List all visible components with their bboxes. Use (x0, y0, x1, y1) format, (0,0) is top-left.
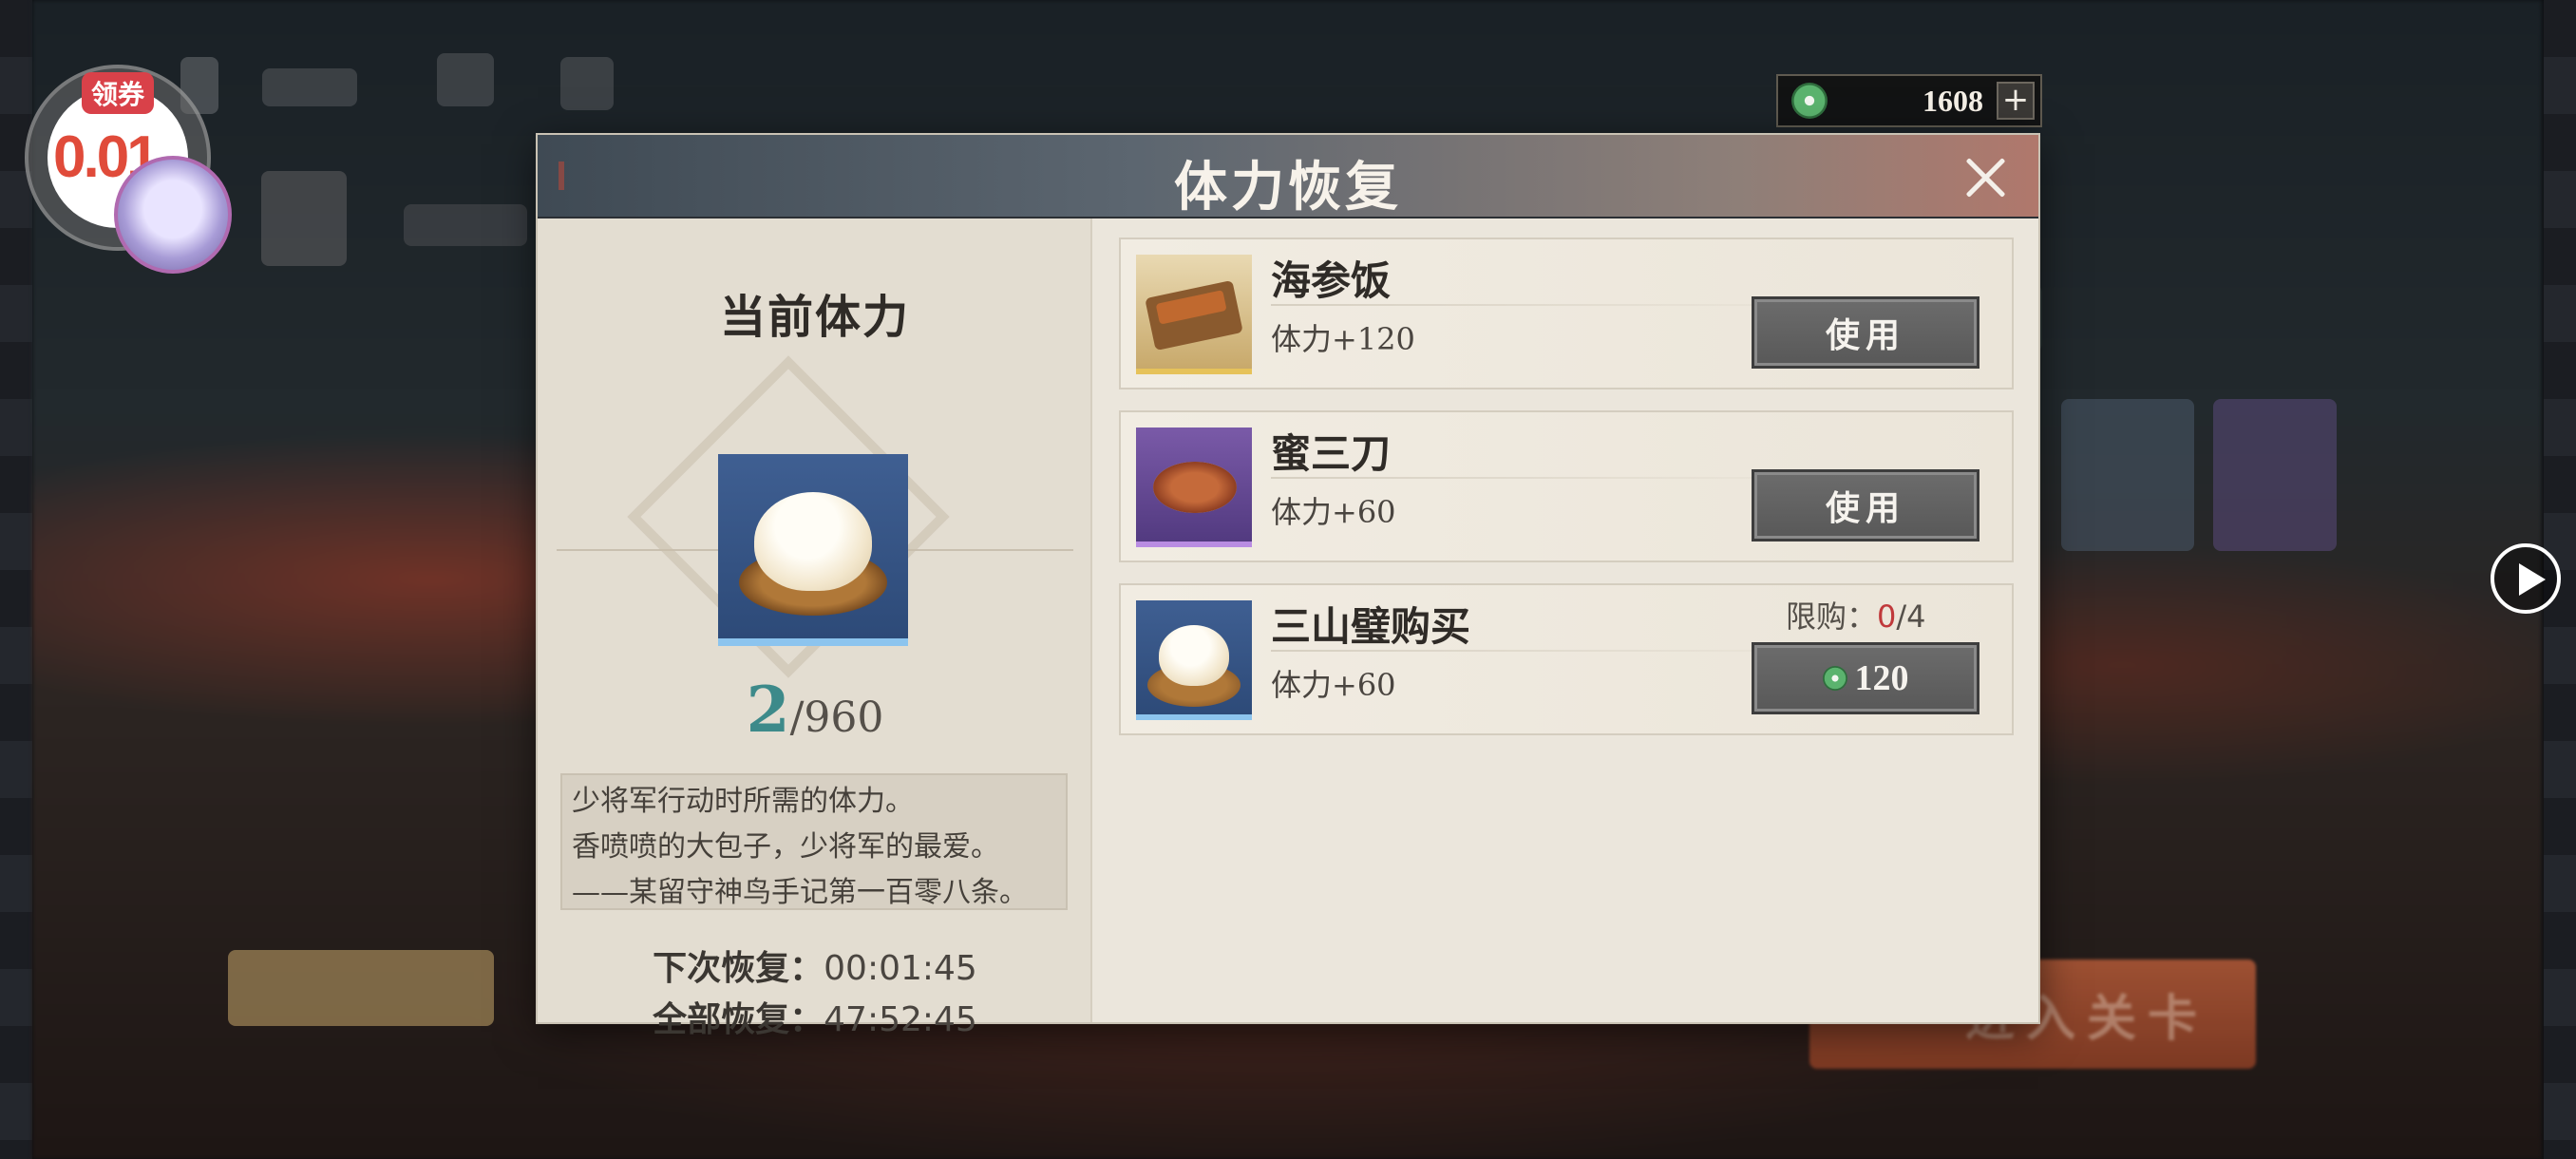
item-name: 海参饭 (1271, 257, 1392, 304)
honey-pastry-icon (1136, 428, 1252, 547)
currency-bar: 1608 + (1776, 74, 2042, 127)
next-recover-time: 00:01:45 (824, 949, 977, 988)
stamina-description: 少将军行动时所需的体力。 香喷喷的大包子，少将军的最爱。 ——某留守神鸟手记第一… (560, 773, 1068, 910)
list-item: 三山璧购买 体力+60 限购：0/4 120 (1119, 583, 2014, 735)
bg-card-1 (2061, 399, 2194, 551)
close-icon[interactable] (1964, 156, 2008, 200)
currency-amount: 1608 (1923, 83, 1983, 118)
dialog-header: 体力恢复 (538, 135, 2038, 218)
buy-price: 120 (1854, 658, 1909, 698)
item-effect: 体力+60 (1271, 667, 1396, 703)
next-recover-row: 下次恢复：00:01:45 (538, 940, 1092, 990)
limit-max: /4 (1896, 598, 1926, 635)
item-effect: 体力+120 (1271, 321, 1415, 357)
purchase-limit: 限购：0/4 (1786, 593, 1926, 636)
current-stamina-panel: 当前体力 2/960 少将军行动时所需的体力。 香喷喷的大包子，少将军的最爱。 … (538, 218, 1092, 1039)
list-item: 蜜三刀 体力+60 使用 (1119, 410, 2014, 562)
item-name: 蜜三刀 (1271, 430, 1392, 477)
stamina-max: /960 (789, 694, 884, 742)
current-stamina-heading: 当前体力 (719, 291, 910, 344)
limit-label: 限购： (1786, 598, 1878, 635)
jade-coin-icon (1791, 83, 1828, 119)
dialog-title: 体力恢复 (1174, 156, 1402, 218)
bg-menu-label-1 (262, 68, 357, 106)
steamed-bun-icon (718, 454, 908, 646)
description-line: ——某留守神鸟手记第一百零八条。 (572, 876, 1028, 909)
item-effect: 体力+60 (1271, 494, 1396, 530)
mascot-avatar[interactable] (114, 156, 232, 274)
bun-shape (1159, 625, 1229, 686)
food-shape (1145, 279, 1243, 352)
full-recover-time: 47:52:45 (824, 1000, 977, 1039)
steamed-bun-icon (1136, 600, 1252, 720)
sea-cucumber-rice-icon (1136, 255, 1252, 374)
stamina-recovery-dialog: 体力恢复 当前体力 2/960 少将军行动时所需的体力。 香喷喷的大包子，少将军… (538, 135, 2038, 1039)
jade-coin-icon (1822, 666, 1847, 691)
stamina-count: 2/960 (538, 673, 1092, 747)
food-shape (1153, 462, 1237, 513)
item-name: 三山璧购买 (1271, 603, 1471, 650)
bg-home-icon (437, 53, 494, 106)
bun-shape (754, 492, 872, 591)
description-line: 香喷喷的大包子，少将军的最爱。 (572, 830, 999, 864)
bg-gold-slot (228, 950, 494, 1026)
use-button[interactable]: 使用 (1752, 469, 1979, 542)
bg-panel-label (404, 204, 527, 246)
full-recover-label: 全部恢复： (653, 999, 824, 1039)
play-icon[interactable] (2491, 543, 2561, 614)
list-item: 海参饭 体力+120 使用 (1119, 238, 2014, 390)
limit-used: 0 (1877, 598, 1897, 635)
bg-card-2 (2213, 399, 2337, 551)
coupon-tag: 领券 (82, 72, 155, 114)
use-button[interactable]: 使用 (1752, 296, 1979, 369)
bg-tool-icon (560, 57, 614, 110)
add-currency-button[interactable]: + (1997, 82, 2035, 120)
description-line: 少将军行动时所需的体力。 (572, 785, 914, 818)
bg-panel-thumb (261, 171, 347, 266)
buy-button[interactable]: 120 (1752, 642, 1979, 714)
next-recover-label: 下次恢复： (653, 948, 824, 988)
stamina-current: 2 (746, 673, 790, 747)
full-recover-row: 全部恢复：47:52:45 (538, 992, 1092, 1041)
